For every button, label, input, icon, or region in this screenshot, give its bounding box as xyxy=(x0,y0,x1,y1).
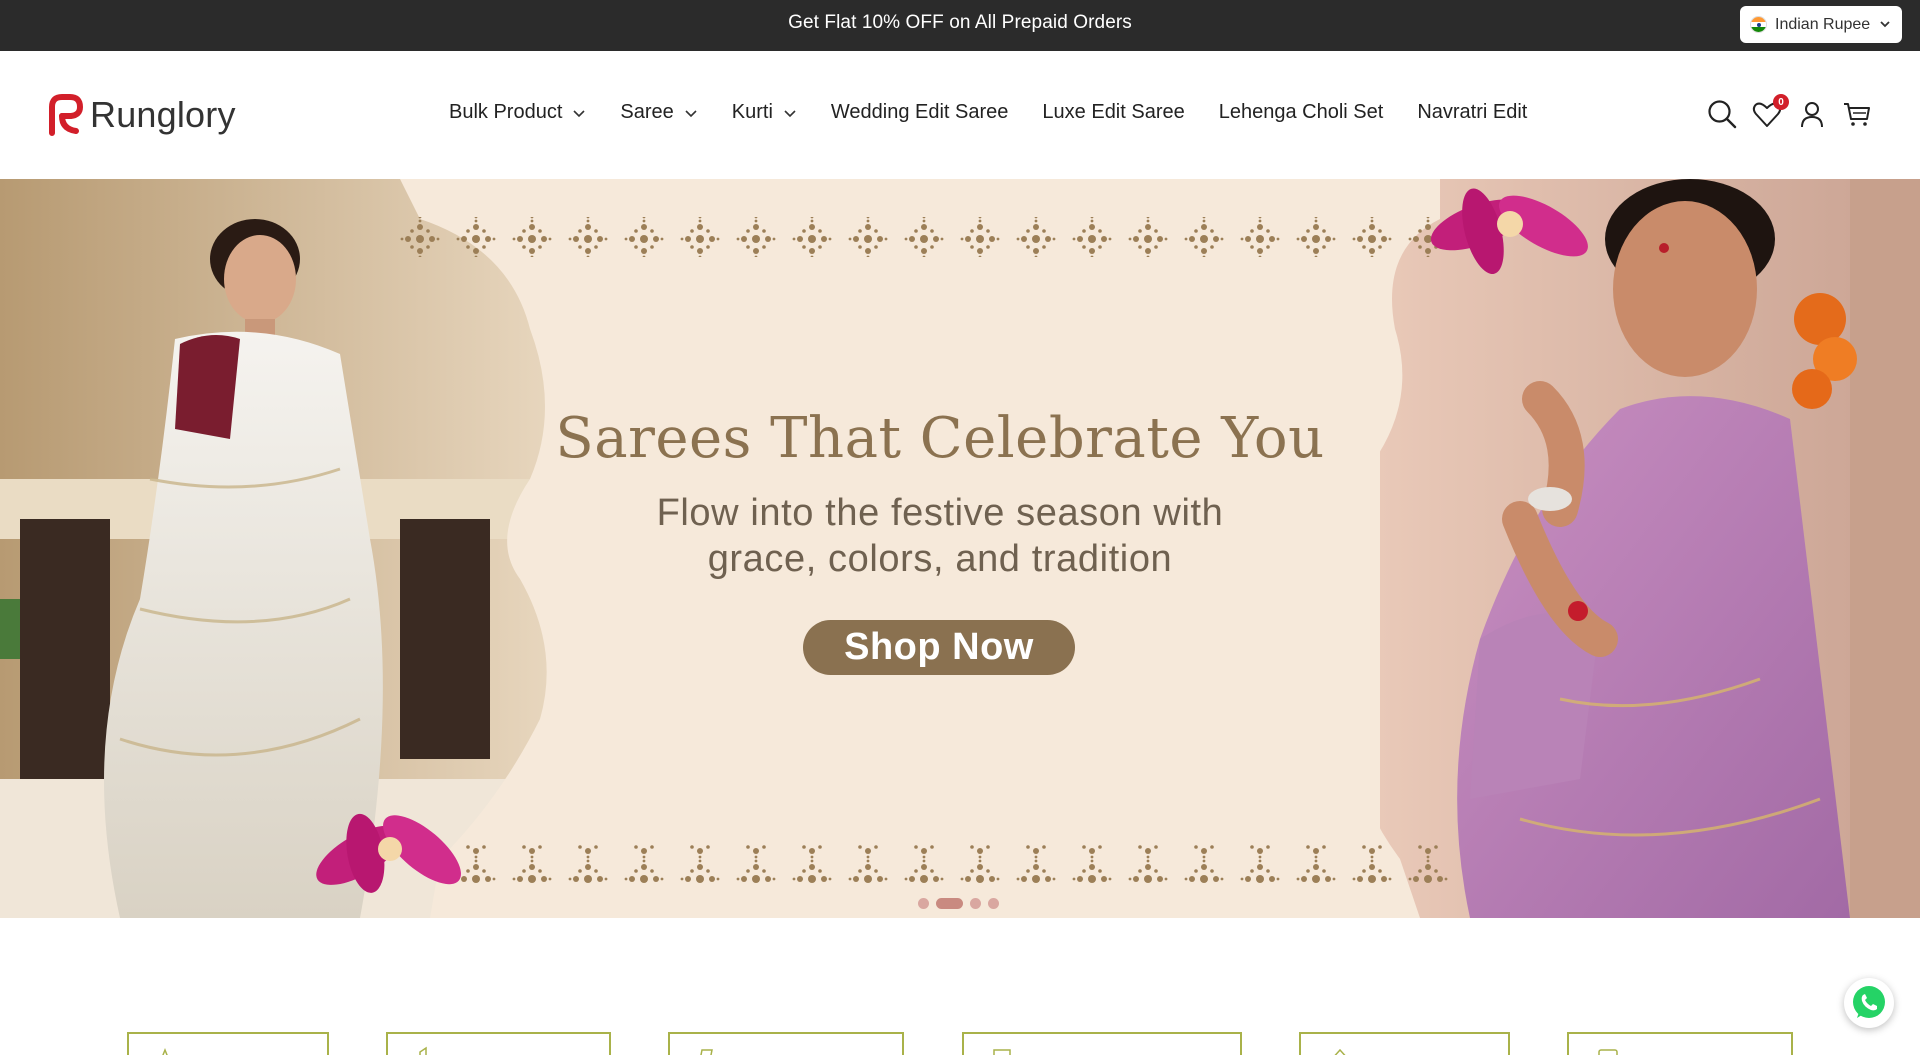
site-header: Runglory Bulk Product Saree Kurti Weddin… xyxy=(0,51,1920,179)
search-icon xyxy=(1708,100,1737,129)
slider-dots xyxy=(918,898,1006,909)
feature-icon-3 xyxy=(700,1049,713,1055)
header-icons: 0 xyxy=(1692,94,1872,129)
currency-selector[interactable]: Indian Rupee xyxy=(1740,6,1902,43)
wishlist-count-badge: 0 xyxy=(1773,94,1789,110)
hero-title: Sarees That Celebrate You xyxy=(555,406,1325,471)
feature-icon-1 xyxy=(162,1047,168,1055)
brand-logo[interactable]: Runglory xyxy=(46,93,236,137)
india-flag-icon xyxy=(1750,16,1767,33)
hero-banner[interactable]: Sarees That Celebrate You Flow into the … xyxy=(0,179,1920,918)
nav-item-bulk-product[interactable]: Bulk Product xyxy=(449,101,586,124)
feature-box-3 xyxy=(668,1032,904,1055)
main-nav: Bulk Product Saree Kurti Wedding Edit Sa… xyxy=(449,101,1561,124)
nav-item-lehenga-choli-set[interactable]: Lehenga Choli Set xyxy=(1219,101,1384,124)
slider-dot-1[interactable] xyxy=(918,898,929,909)
nav-item-kurti[interactable]: Kurti xyxy=(732,101,797,124)
hero-subtitle: Flow into the festive season with grace,… xyxy=(540,490,1340,582)
account-button[interactable] xyxy=(1797,99,1827,129)
nav-item-saree[interactable]: Saree xyxy=(620,101,697,124)
slider-dot-2[interactable] xyxy=(936,898,963,909)
feature-icon-5 xyxy=(1334,1048,1346,1055)
chevron-down-icon xyxy=(573,109,585,117)
feature-icon-2 xyxy=(419,1046,427,1055)
cart-button[interactable] xyxy=(1842,99,1872,129)
feature-box-2 xyxy=(386,1032,611,1055)
features-row xyxy=(0,1032,1920,1055)
hero-subtitle-line-2: grace, colors, and tradition xyxy=(707,538,1173,580)
feature-box-6 xyxy=(1567,1032,1793,1055)
whatsapp-button[interactable] xyxy=(1844,978,1894,1028)
nav-item-navratri-edit[interactable]: Navratri Edit xyxy=(1417,101,1527,124)
brand-name: Runglory xyxy=(90,94,236,135)
feature-box-5 xyxy=(1299,1032,1510,1055)
chevron-down-icon xyxy=(784,109,796,117)
hero-subtitle-line-1: Flow into the festive season with xyxy=(656,492,1224,534)
user-icon xyxy=(1801,102,1823,128)
nav-item-wedding-edit-saree[interactable]: Wedding Edit Saree xyxy=(831,101,1009,124)
feature-box-1 xyxy=(127,1032,329,1055)
slider-dot-3[interactable] xyxy=(970,898,981,909)
feature-icon-6 xyxy=(1598,1049,1618,1055)
chevron-down-icon xyxy=(685,109,697,117)
search-button[interactable] xyxy=(1707,99,1737,129)
shop-now-button[interactable]: Shop Now xyxy=(803,620,1075,675)
nav-item-luxe-edit-saree[interactable]: Luxe Edit Saree xyxy=(1042,101,1184,124)
slider-dot-4[interactable] xyxy=(988,898,999,909)
chevron-down-icon xyxy=(1880,21,1890,28)
whatsapp-icon xyxy=(1853,986,1885,1018)
announcement-bar: Get Flat 10% OFF on All Prepaid Orders I… xyxy=(0,0,1920,51)
wishlist-button[interactable]: 0 xyxy=(1752,94,1789,129)
runglory-logo-icon xyxy=(49,94,84,136)
currency-label: Indian Rupee xyxy=(1775,15,1871,33)
feature-box-4 xyxy=(962,1032,1242,1055)
cart-icon xyxy=(1844,103,1870,126)
feature-icon-4 xyxy=(993,1049,1011,1055)
announcement-text: Get Flat 10% OFF on All Prepaid Orders xyxy=(788,12,1132,33)
